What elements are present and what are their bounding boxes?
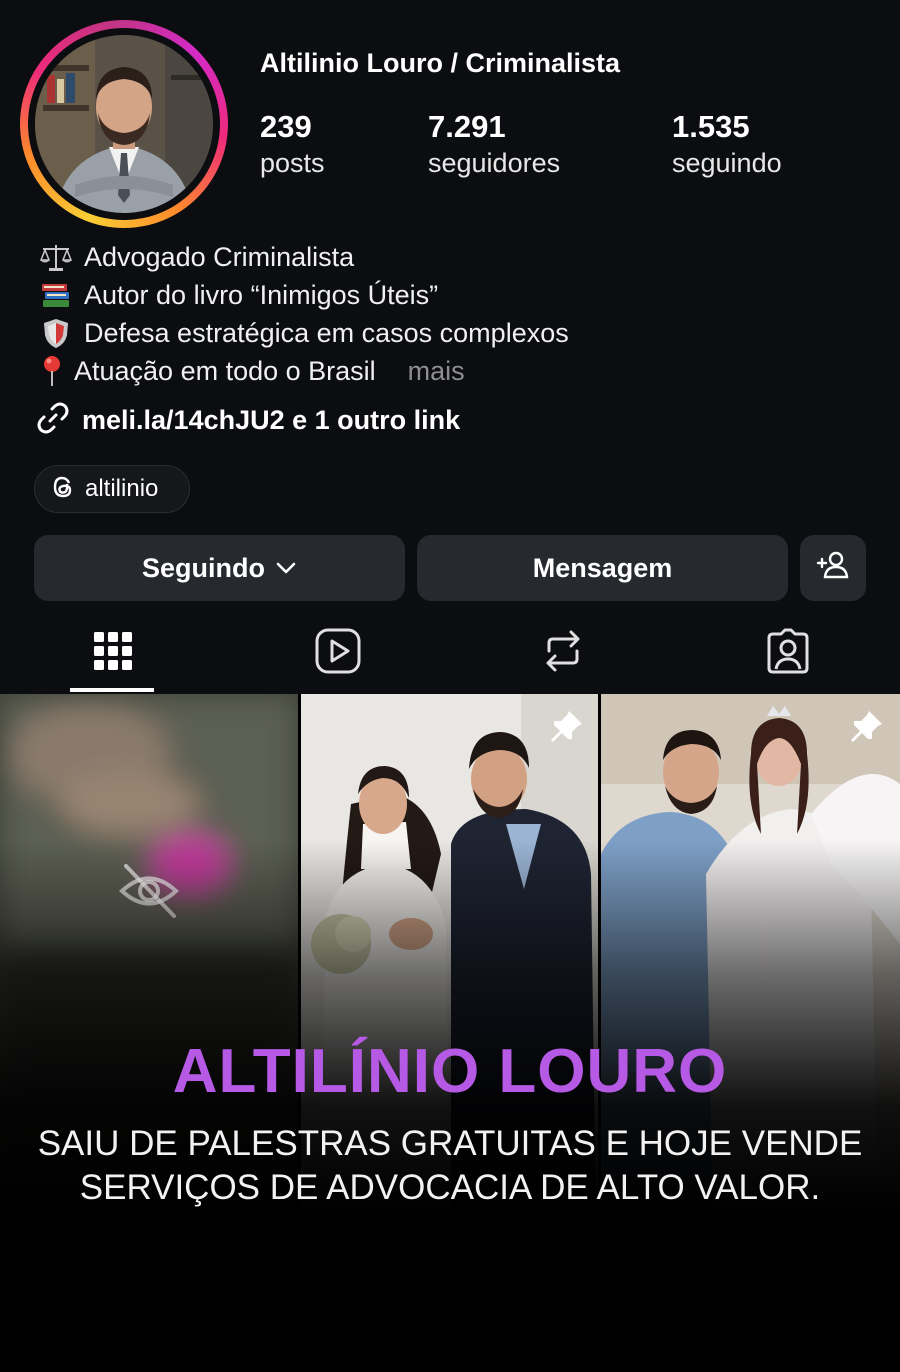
profile-tabs	[0, 612, 900, 694]
stat-posts-value: 239	[260, 109, 312, 144]
bio-line: Defesa estratégica em casos complexos	[36, 314, 569, 352]
stat-following-label: seguindo	[672, 148, 782, 178]
bio-text: Atuação em todo o Brasil	[74, 355, 376, 386]
link-icon	[34, 399, 72, 442]
tab-grid[interactable]	[0, 612, 225, 694]
bio-text: Defesa estratégica em casos complexos	[84, 317, 569, 348]
reels-icon	[314, 627, 362, 680]
bio-line: Atuação em todo o Brasil mais	[36, 352, 569, 390]
pin-icon	[36, 355, 68, 387]
add-user-button[interactable]	[800, 535, 866, 601]
bio-text: Autor do livro “Inimigos Úteis”	[84, 279, 439, 310]
bio-text: Advogado Criminalista	[84, 241, 355, 272]
active-tab-indicator	[70, 688, 154, 692]
threads-handle: altilinio	[85, 475, 159, 502]
pinned-icon	[847, 708, 885, 751]
headline: ALTILÍNIO LOURO	[172, 1037, 728, 1106]
avatar[interactable]	[35, 35, 213, 213]
tab-reposts[interactable]	[450, 612, 675, 694]
add-user-icon	[816, 550, 850, 587]
stat-followers-value: 7.291	[428, 109, 506, 144]
books-icon	[36, 279, 76, 311]
bio-line: Autor do livro “Inimigos Úteis”	[36, 276, 569, 314]
stat-following[interactable]: 1.535 seguindo	[672, 108, 782, 180]
tagged-icon	[764, 627, 812, 680]
external-link-text: meli.la/14chJU2 e 1 outro link	[82, 405, 461, 435]
stat-posts-label: posts	[260, 148, 325, 178]
profile-username: Altilinio Louro / Criminalista	[260, 48, 621, 78]
story-ring[interactable]	[20, 20, 228, 228]
tab-tagged[interactable]	[675, 612, 900, 694]
subheadline-line-2: SERVIÇOS DE ADVOCACIA DE ALTO VALOR.	[79, 1168, 821, 1207]
bio: Advogado Criminalista Autor do livro “In…	[36, 238, 569, 390]
threads-icon	[51, 475, 75, 504]
tab-reels[interactable]	[225, 612, 450, 694]
message-button[interactable]: Mensagem	[417, 535, 788, 601]
stat-posts[interactable]: 239 posts	[260, 108, 325, 180]
grid-icon	[93, 631, 133, 676]
shield-icon	[36, 317, 76, 349]
message-label: Mensagem	[532, 552, 673, 583]
profile-header: Altilinio Louro / Criminalista 239 posts…	[0, 0, 900, 694]
following-button[interactable]: Seguindo	[34, 535, 405, 601]
following-label: Seguindo	[142, 552, 265, 583]
threads-badge[interactable]: altilinio	[34, 465, 190, 513]
stat-following-value: 1.535	[672, 109, 750, 144]
bio-line: Advogado Criminalista	[36, 238, 569, 276]
chevron-down-icon	[275, 561, 297, 575]
subheadline-line-1: SAIU DE PALESTRAS GRATUITAS E HOJE VENDE	[37, 1124, 863, 1163]
stat-followers[interactable]: 7.291 seguidores	[428, 108, 560, 180]
subheadline: SAIU DE PALESTRAS GRATUITAS E HOJE VENDE…	[0, 1122, 900, 1210]
stat-followers-label: seguidores	[428, 148, 561, 178]
external-link[interactable]: meli.la/14chJU2 e 1 outro link	[34, 399, 460, 442]
pinned-icon	[547, 708, 585, 751]
reposts-icon	[541, 627, 585, 680]
bio-more-link[interactable]: mais	[408, 356, 465, 387]
scales-icon	[36, 241, 76, 273]
